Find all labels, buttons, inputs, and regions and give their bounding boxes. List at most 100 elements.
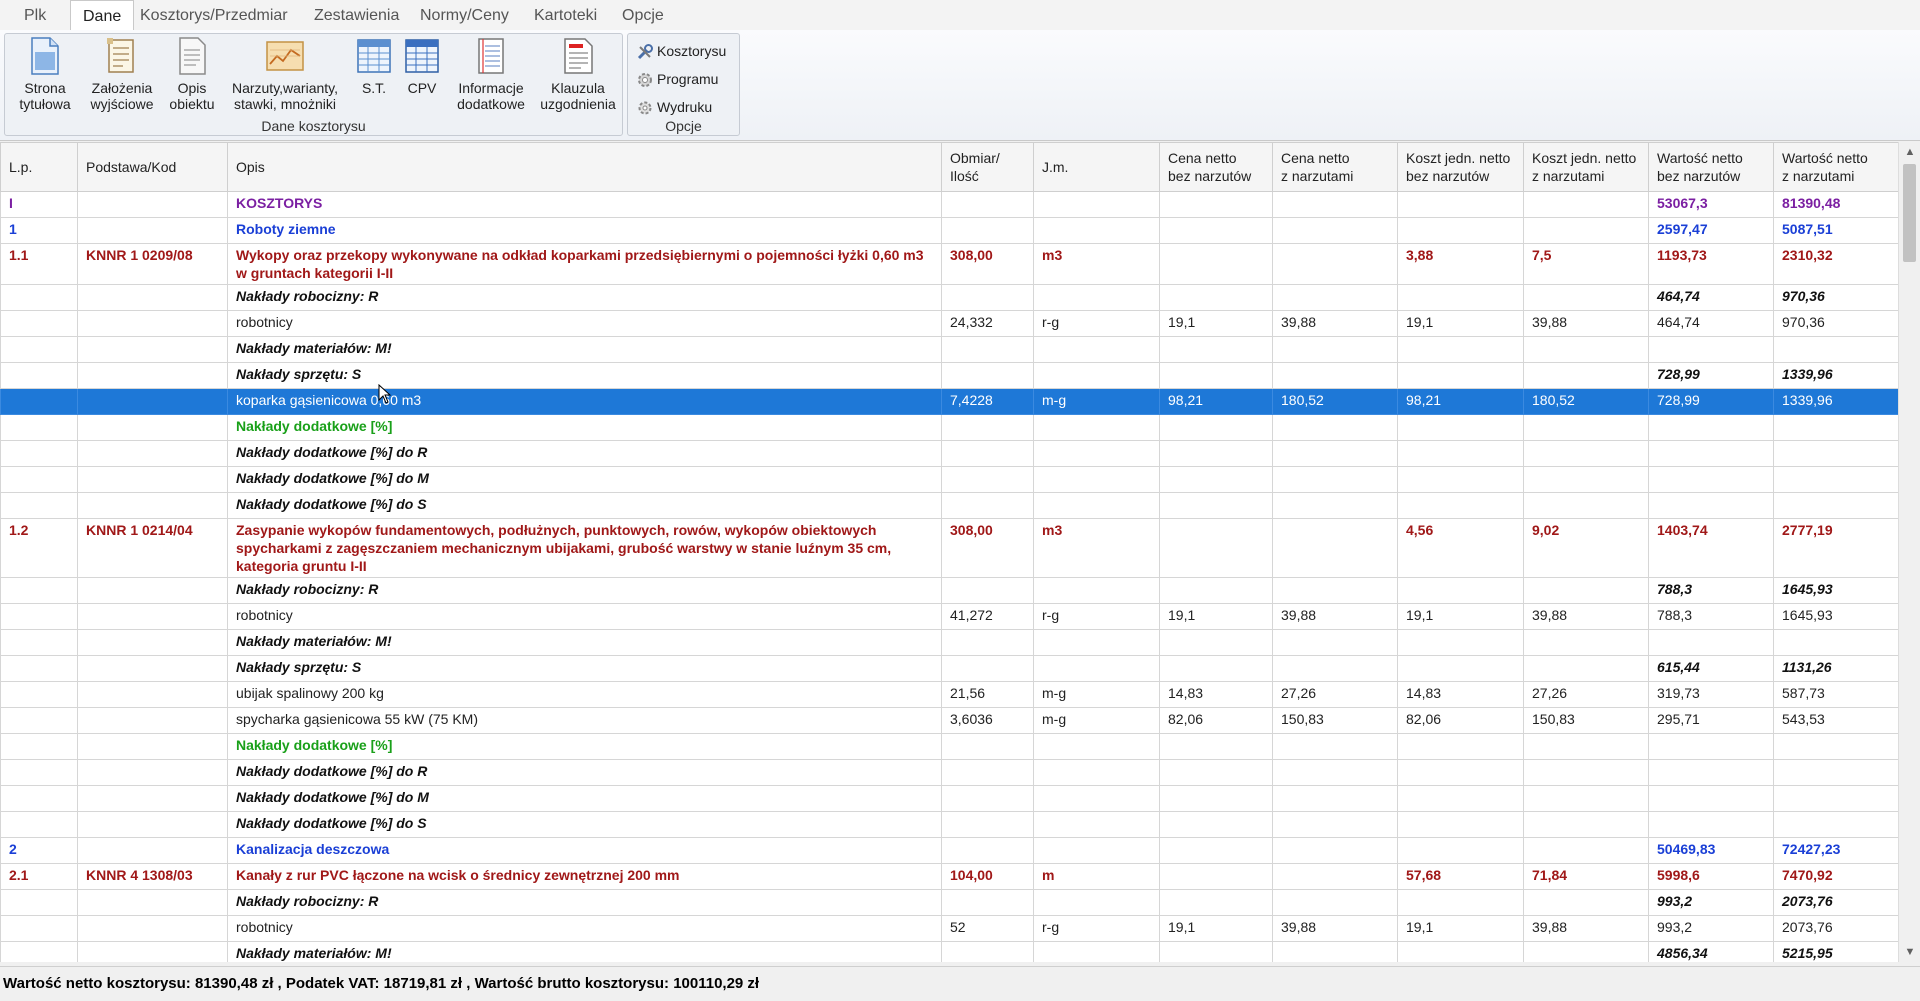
table-cell[interactable]: [1397, 785, 1524, 812]
table-cell[interactable]: [941, 759, 1034, 786]
table-cell[interactable]: [0, 629, 78, 656]
table-cell[interactable]: [0, 681, 78, 708]
table-cell[interactable]: [1523, 733, 1649, 760]
table-cell[interactable]: 728,99: [1648, 388, 1774, 415]
table-cell[interactable]: [941, 785, 1034, 812]
table-cell[interactable]: [1033, 629, 1160, 656]
table-row[interactable]: Nakłady dodatkowe [%] do R: [0, 440, 1898, 467]
assumptions-button[interactable]: Założenia wyjściowe: [83, 36, 161, 112]
table-cell[interactable]: 5998,6: [1648, 863, 1774, 890]
table-cell[interactable]: 39,88: [1523, 603, 1649, 630]
table-cell[interactable]: Kanalizacja deszczowa: [227, 837, 942, 864]
table-cell[interactable]: Zasypanie wykopów fundamentowych, podłuż…: [227, 518, 942, 578]
table-cell[interactable]: 19,1: [1159, 915, 1273, 942]
table-cell[interactable]: [0, 388, 78, 415]
table-cell[interactable]: [1773, 629, 1898, 656]
table-cell[interactable]: [1272, 284, 1398, 311]
table-cell[interactable]: 27,26: [1272, 681, 1398, 708]
table-row[interactable]: Nakłady dodatkowe [%] do M: [0, 466, 1898, 493]
table-cell[interactable]: 2: [0, 837, 78, 864]
table-cell[interactable]: [941, 889, 1034, 916]
table-cell[interactable]: [1272, 577, 1398, 604]
tab-dane[interactable]: Dane: [70, 0, 135, 31]
table-cell[interactable]: Nakłady dodatkowe [%]: [227, 414, 942, 441]
table-cell[interactable]: 1339,96: [1773, 388, 1898, 415]
table-cell[interactable]: [1033, 217, 1160, 244]
table-row[interactable]: 2.1 KNNR 4 1308/03 Kanały z rur PVC łączon…: [0, 863, 1898, 890]
table-cell[interactable]: [1523, 284, 1649, 311]
table-cell[interactable]: Nakłady sprzętu: S: [227, 362, 942, 389]
table-cell[interactable]: 1645,93: [1773, 603, 1898, 630]
table-cell[interactable]: 39,88: [1272, 603, 1398, 630]
table-cell[interactable]: [1523, 362, 1649, 389]
table-cell[interactable]: Nakłady dodatkowe [%] do R: [227, 440, 942, 467]
table-cell[interactable]: 7,4228: [941, 388, 1034, 415]
table-cell[interactable]: 52: [941, 915, 1034, 942]
table-cell[interactable]: [1397, 941, 1524, 962]
table-cell[interactable]: [1159, 243, 1273, 285]
table-cell[interactable]: [1523, 440, 1649, 467]
table-cell[interactable]: [1397, 414, 1524, 441]
table-cell[interactable]: 81390,48: [1773, 191, 1898, 218]
table-cell[interactable]: 27,26: [1523, 681, 1649, 708]
table-cell[interactable]: 7,5: [1523, 243, 1649, 285]
table-cell[interactable]: [0, 284, 78, 311]
table-cell[interactable]: [1272, 191, 1398, 218]
table-cell[interactable]: robotnicy: [227, 915, 942, 942]
table-cell[interactable]: [1773, 785, 1898, 812]
tab-opcje[interactable]: Opcje: [610, 0, 676, 30]
table-cell[interactable]: 2073,76: [1773, 915, 1898, 942]
table-cell[interactable]: 53067,3: [1648, 191, 1774, 218]
scroll-down-icon[interactable]: ▼: [1899, 942, 1920, 962]
table-cell[interactable]: Nakłady dodatkowe [%] do M: [227, 785, 942, 812]
table-cell[interactable]: [1773, 414, 1898, 441]
object-description-button[interactable]: Opis obiektu: [163, 36, 221, 112]
table-cell[interactable]: [1648, 811, 1774, 838]
table-cell[interactable]: m-g: [1033, 388, 1160, 415]
table-row[interactable]: Nakłady dodatkowe [%] do M: [0, 785, 1898, 812]
table-cell[interactable]: Nakłady materiałów: M!: [227, 941, 942, 962]
table-cell[interactable]: [1397, 284, 1524, 311]
table-cell[interactable]: 72427,23: [1773, 837, 1898, 864]
table-cell[interactable]: 788,3: [1648, 603, 1774, 630]
table-cell[interactable]: 464,74: [1648, 310, 1774, 337]
table-cell[interactable]: 7470,92: [1773, 863, 1898, 890]
table-row[interactable]: Nakłady robocizny: R 993,2 2073,76: [0, 889, 1898, 916]
tab-kartoteki[interactable]: Kartoteki: [522, 0, 609, 30]
column-header[interactable]: Wartość netto z narzutami: [1773, 142, 1898, 192]
table-cell[interactable]: 180,52: [1272, 388, 1398, 415]
table-cell[interactable]: 14,83: [1397, 681, 1524, 708]
table-cell[interactable]: [1773, 492, 1898, 519]
table-cell[interactable]: [1523, 414, 1649, 441]
table-cell[interactable]: [0, 440, 78, 467]
table-cell[interactable]: [941, 629, 1034, 656]
table-cell[interactable]: [0, 310, 78, 337]
table-cell[interactable]: Nakłady robocizny: R: [227, 284, 942, 311]
table-cell[interactable]: m: [1033, 863, 1160, 890]
table-cell[interactable]: 57,68: [1397, 863, 1524, 890]
table-cell[interactable]: 82,06: [1397, 707, 1524, 734]
table-row[interactable]: 2 Kanalizacja deszczowa 50469,83 72427,23: [0, 837, 1898, 864]
table-cell[interactable]: [77, 889, 228, 916]
table-cell[interactable]: [1033, 492, 1160, 519]
table-row[interactable]: 1.2 KNNR 1 0214/04 Zasypanie wykopów funda…: [0, 518, 1898, 578]
table-cell[interactable]: 19,1: [1397, 310, 1524, 337]
table-cell[interactable]: 39,88: [1272, 915, 1398, 942]
table-cell[interactable]: [1272, 889, 1398, 916]
table-cell[interactable]: [1159, 284, 1273, 311]
table-cell[interactable]: 21,56: [941, 681, 1034, 708]
table-row[interactable]: Nakłady dodatkowe [%]: [0, 414, 1898, 441]
table-cell[interactable]: [0, 733, 78, 760]
table-cell[interactable]: [77, 577, 228, 604]
table-cell[interactable]: [1033, 811, 1160, 838]
table-row[interactable]: Nakłady robocizny: R 788,3 1645,93: [0, 577, 1898, 604]
table-cell[interactable]: 587,73: [1773, 681, 1898, 708]
table-cell[interactable]: 1: [0, 217, 78, 244]
table-cell[interactable]: [1397, 577, 1524, 604]
table-cell[interactable]: [1523, 811, 1649, 838]
table-cell[interactable]: [1033, 336, 1160, 363]
table-cell[interactable]: [1033, 837, 1160, 864]
table-cell[interactable]: [1272, 466, 1398, 493]
table-cell[interactable]: 39,88: [1523, 915, 1649, 942]
table-cell[interactable]: [1272, 492, 1398, 519]
